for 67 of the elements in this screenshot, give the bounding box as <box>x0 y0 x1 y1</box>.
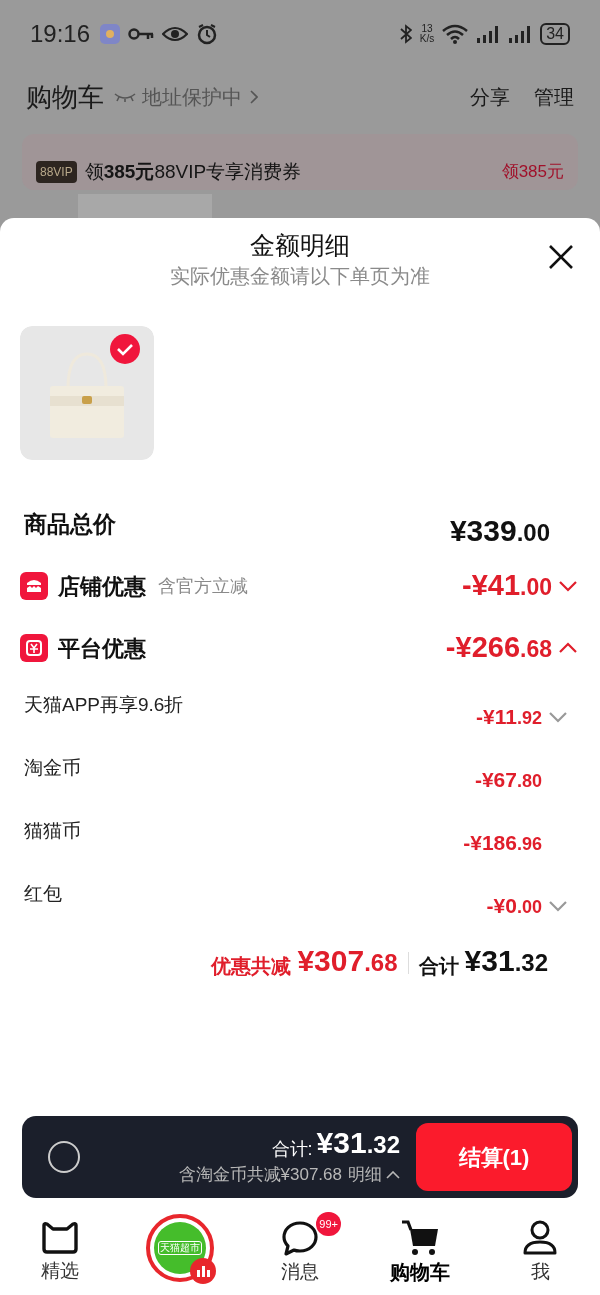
row-label: 猫猫币 <box>24 819 81 843</box>
wifi-icon <box>442 24 469 44</box>
battery-level: 34 <box>540 23 570 45</box>
amount: ¥339.00 <box>449 512 550 549</box>
tab[interactable]: 精选 <box>18 1213 102 1283</box>
total-label: 合计: <box>271 1138 313 1162</box>
chevron-down-icon[interactable] <box>558 580 578 592</box>
amount: -¥0.00 <box>486 893 542 920</box>
notification-badge: 99+ <box>316 1212 341 1236</box>
row-label: 平台优惠 <box>58 634 146 663</box>
coupon-text: 领385元88VIP专享消费券 <box>84 159 302 184</box>
row-label: 淘金币 <box>24 756 81 780</box>
header-action[interactable]: 分享 <box>470 82 510 112</box>
alarm-icon <box>196 23 219 45</box>
page-title: 购物车 <box>26 80 104 114</box>
bluetooth-icon <box>399 24 412 44</box>
chevron-up-icon[interactable] <box>558 642 578 654</box>
amount: -¥11.92 <box>476 704 542 731</box>
vip-badge: 88VIP <box>36 161 77 183</box>
savings-amount: ¥307.68 <box>297 944 398 979</box>
savings-note: 含淘金币共减¥307.68 <box>178 1164 342 1187</box>
total-label: 合计 <box>418 954 459 979</box>
signal-icon <box>476 24 501 44</box>
row-note: 含官方立减 <box>158 574 248 598</box>
chevron-down-icon[interactable] <box>548 711 568 723</box>
total-amount: ¥31.32 <box>464 944 548 979</box>
amount: -¥186.96 <box>463 830 542 857</box>
chevron-up-icon <box>386 1171 400 1179</box>
chevron-down-icon[interactable] <box>548 900 568 912</box>
chevron-right-icon <box>250 90 258 104</box>
select-all-checkbox[interactable] <box>48 1141 80 1173</box>
checkmark-icon[interactable] <box>110 334 140 364</box>
row-label: 天猫APP再享9.6折 <box>24 693 184 717</box>
tab[interactable]: 购物车 <box>368 1212 472 1284</box>
amount: -¥41.00 <box>461 568 552 604</box>
key-icon <box>128 26 155 42</box>
coupon-icon <box>20 634 48 662</box>
logo-text: 天猫超市 <box>158 1241 202 1255</box>
row-label: 店铺优惠 <box>58 572 146 601</box>
close-icon <box>548 244 574 270</box>
person-icon <box>522 1220 558 1256</box>
row-label: 商品总价 <box>24 509 116 539</box>
shop-icon <box>20 572 48 600</box>
sheet-subtitle: 实际优惠金额请以下单页为准 <box>170 264 430 289</box>
signal-icon <box>508 24 533 44</box>
savings-label: 优惠共减 <box>211 954 292 979</box>
cat-face-icon <box>40 1221 80 1255</box>
vip-banner[interactable]: 88VIP 领385元88VIP专享消费券 领385元 <box>22 134 578 190</box>
chat-bubble-icon <box>281 1220 319 1256</box>
eye-icon <box>162 26 189 42</box>
row-label: 红包 <box>24 882 62 906</box>
status-time: 19:16 <box>30 19 91 49</box>
network-speed-value: 13 <box>421 24 433 34</box>
closed-eye-icon <box>114 92 136 102</box>
network-speed-unit: K/s <box>419 34 435 44</box>
tab[interactable]: 99+ 消息 <box>259 1212 341 1284</box>
bar-chart-icon <box>190 1258 216 1284</box>
sheet-title: 金额明细 <box>250 230 350 261</box>
tab[interactable]: 我 <box>500 1212 580 1284</box>
cart-icon <box>400 1220 440 1256</box>
amount: -¥67.80 <box>474 767 542 794</box>
checkout-button[interactable]: 结算(1) <box>416 1123 572 1191</box>
details-link[interactable]: 明细 <box>348 1162 400 1188</box>
app-notification-icon <box>100 24 121 44</box>
header-action[interactable]: 管理 <box>534 82 574 112</box>
amount: -¥266.68 <box>445 630 552 666</box>
total-amount: ¥31.32 <box>316 1126 400 1162</box>
